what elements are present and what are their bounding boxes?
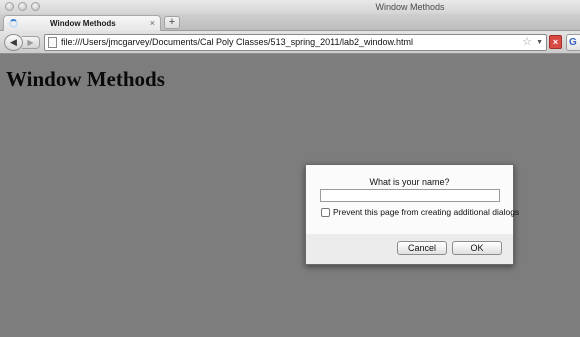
navigation-bar: ▶ ◀ file:///Users/jmcgarvey/Documents/Ca… [0,31,580,54]
name-input[interactable] [320,189,500,202]
tab-close-icon[interactable]: × [150,17,155,30]
prompt-dialog: What is your name? Prevent this page fro… [305,164,519,265]
back-button[interactable]: ◀ [4,34,23,51]
prevent-dialogs-label[interactable]: Prevent this page from creating addition… [333,206,519,219]
loading-spinner-icon [9,19,18,28]
ok-button[interactable]: OK [452,241,502,255]
page-heading: Window Methods [6,67,165,91]
stop-button[interactable]: × [549,35,562,49]
window-title: Window Methods [375,2,445,12]
back-forward-group: ▶ ◀ [4,34,40,51]
tab-strip: Window Methods × + [0,14,580,31]
prevent-dialogs-checkbox[interactable] [321,208,330,217]
title-bar: Window Methods [0,0,580,14]
url-text[interactable]: file:///Users/jmcgarvey/Documents/Cal Po… [61,35,413,50]
search-engine-button[interactable]: G [566,34,580,51]
history-dropdown-icon[interactable]: ▼ [536,35,543,50]
new-tab-button[interactable]: + [164,16,180,29]
tab-window-methods[interactable]: Window Methods × [3,15,161,31]
forward-button[interactable]: ▶ [22,36,40,49]
page-icon [48,37,57,48]
tab-label: Window Methods [50,19,116,28]
dialog-body: What is your name? Prevent this page fro… [306,165,519,234]
cancel-button[interactable]: Cancel [397,241,447,255]
bookmark-star-icon[interactable]: ☆ [522,35,532,50]
dialog-prompt: What is your name? [369,177,450,187]
address-bar[interactable]: file:///Users/jmcgarvey/Documents/Cal Po… [44,34,547,51]
